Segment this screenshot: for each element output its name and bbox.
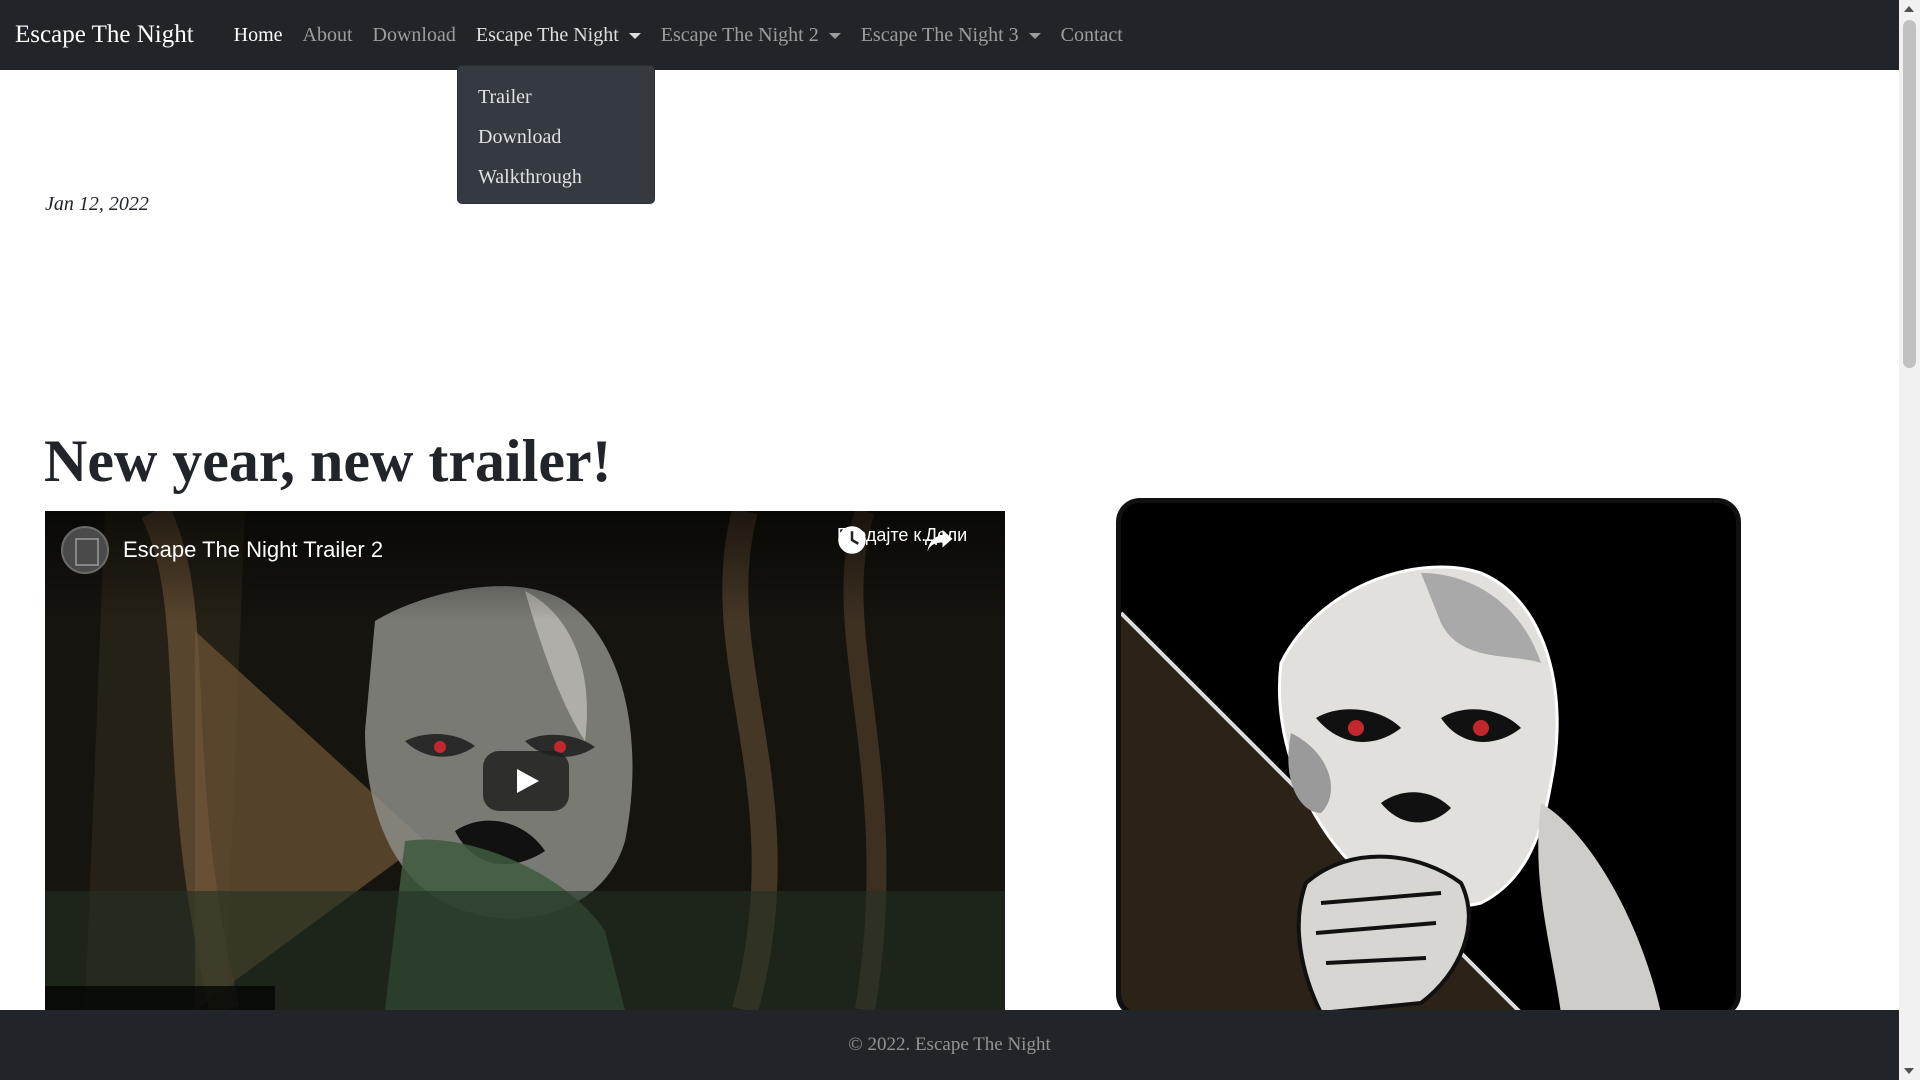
nav-escape-the-night-2-label: Escape The Night 2 xyxy=(660,23,819,46)
caret-down-icon xyxy=(828,33,841,39)
featured-artwork xyxy=(1116,498,1741,1018)
footer-copyright: © 2022. Escape The Night xyxy=(848,1034,1051,1055)
dropdown-item-trailer[interactable]: Trailer xyxy=(458,77,654,117)
nav-escape-the-night-3-dropdown[interactable]: Escape The Night 3 xyxy=(851,0,1051,70)
ghost-face-illustration xyxy=(1121,503,1736,1013)
nav-escape-the-night-2-dropdown[interactable]: Escape The Night 2 xyxy=(651,0,851,70)
caret-down-icon xyxy=(1028,33,1041,39)
watch-later-button[interactable]: Гледајте к... xyxy=(837,525,936,554)
share-button[interactable]: Дели xyxy=(925,525,967,552)
nav-home[interactable]: Home xyxy=(224,0,293,70)
nav-about[interactable]: About xyxy=(293,0,363,70)
scroll-thumb[interactable] xyxy=(1903,20,1916,368)
share-icon xyxy=(927,530,953,552)
scroll-up-arrow-icon[interactable] xyxy=(1904,6,1914,12)
video-embed[interactable]: Escape The Night Trailer 2 Гледајте к...… xyxy=(45,511,1005,1010)
channel-avatar[interactable] xyxy=(61,526,109,574)
scroll-down-arrow-icon[interactable] xyxy=(1904,1068,1914,1074)
dropdown-item-walkthrough[interactable]: Walkthrough xyxy=(458,157,654,197)
play-button[interactable] xyxy=(483,751,569,811)
page-footer: © 2022. Escape The Night xyxy=(0,1010,1899,1080)
caret-down-icon xyxy=(628,33,641,39)
youtube-watch-bar[interactable] xyxy=(45,986,275,1010)
dropdown-menu: Trailer Download Walkthrough xyxy=(457,65,655,204)
nav-download[interactable]: Download xyxy=(363,0,466,70)
post-date: Jan 12, 2022 xyxy=(45,193,149,215)
top-navbar: Escape The Night Home About Download Esc… xyxy=(0,0,1899,70)
nav-escape-the-night-dropdown[interactable]: Escape The Night xyxy=(466,0,651,70)
video-title[interactable]: Escape The Night Trailer 2 xyxy=(123,537,383,563)
vertical-scrollbar[interactable] xyxy=(1899,0,1920,1080)
clock-icon xyxy=(838,526,866,554)
dropdown-item-download[interactable]: Download xyxy=(458,117,654,157)
nav-escape-the-night-3-label: Escape The Night 3 xyxy=(860,23,1019,46)
brand-link[interactable]: Escape The Night xyxy=(15,21,194,49)
nav-contact[interactable]: Contact xyxy=(1051,0,1133,70)
post-title: New year, new trailer! xyxy=(44,428,612,494)
nav-escape-the-night-label: Escape The Night xyxy=(475,23,619,46)
